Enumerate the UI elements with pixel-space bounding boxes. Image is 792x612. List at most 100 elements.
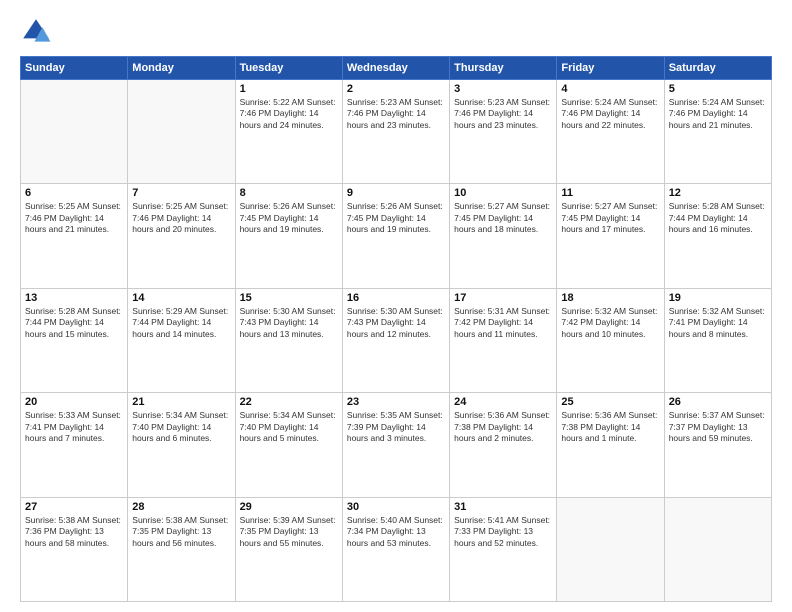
day-number: 21 bbox=[132, 396, 230, 408]
day-info: Sunrise: 5:26 AM Sunset: 7:45 PM Dayligh… bbox=[240, 201, 338, 235]
day-cell bbox=[128, 80, 235, 184]
day-cell: 11 Sunrise: 5:27 AM Sunset: 7:45 PM Dayli… bbox=[557, 184, 664, 288]
day-info: Sunrise: 5:25 AM Sunset: 7:46 PM Dayligh… bbox=[132, 201, 230, 235]
week-row-3: 20Sunrise: 5:33 AM Sunset: 7:41 PM Dayli… bbox=[21, 393, 772, 497]
day-info: Sunrise: 5:36 AM Sunset: 7:38 PM Dayligh… bbox=[561, 410, 659, 444]
day-cell: 10 Sunrise: 5:27 AM Sunset: 7:45 PM Dayli… bbox=[450, 184, 557, 288]
week-row-1: 6 Sunrise: 5:25 AM Sunset: 7:46 PM Daylig… bbox=[21, 184, 772, 288]
day-info: Sunrise: 5:27 AM Sunset: 7:45 PM Dayligh… bbox=[454, 201, 552, 235]
logo bbox=[20, 16, 56, 48]
day-number: 26 bbox=[669, 396, 767, 408]
day-info: Sunrise: 5:23 AM Sunset: 7:46 PM Dayligh… bbox=[454, 97, 552, 131]
day-info: Sunrise: 5:25 AM Sunset: 7:46 PM Dayligh… bbox=[25, 201, 123, 235]
day-cell: 20Sunrise: 5:33 AM Sunset: 7:41 PM Dayli… bbox=[21, 393, 128, 497]
col-header-sunday: Sunday bbox=[21, 57, 128, 80]
day-number: 6 bbox=[25, 187, 123, 199]
week-row-4: 27 Sunrise: 5:38 AM Sunset: 7:36 PM Dayli… bbox=[21, 497, 772, 601]
day-cell bbox=[557, 497, 664, 601]
day-info: Sunrise: 5:23 AM Sunset: 7:46 PM Dayligh… bbox=[347, 97, 445, 131]
day-cell: 12 Sunrise: 5:28 AM Sunset: 7:44 PM Dayli… bbox=[664, 184, 771, 288]
day-info: Sunrise: 5:29 AM Sunset: 7:44 PM Dayligh… bbox=[132, 306, 230, 340]
day-info: Sunrise: 5:37 AM Sunset: 7:37 PM Dayligh… bbox=[669, 410, 767, 444]
day-number: 8 bbox=[240, 187, 338, 199]
day-number: 24 bbox=[454, 396, 552, 408]
day-number: 10 bbox=[454, 187, 552, 199]
day-number: 15 bbox=[240, 292, 338, 304]
day-info: Sunrise: 5:32 AM Sunset: 7:41 PM Dayligh… bbox=[669, 306, 767, 340]
day-number: 25 bbox=[561, 396, 659, 408]
day-cell: 18 Sunrise: 5:32 AM Sunset: 7:42 PM Dayli… bbox=[557, 288, 664, 392]
day-cell: 23 Sunrise: 5:35 AM Sunset: 7:39 PM Dayli… bbox=[342, 393, 449, 497]
day-info: Sunrise: 5:40 AM Sunset: 7:34 PM Dayligh… bbox=[347, 515, 445, 549]
day-cell: 7 Sunrise: 5:25 AM Sunset: 7:46 PM Daylig… bbox=[128, 184, 235, 288]
calendar-table: SundayMondayTuesdayWednesdayThursdayFrid… bbox=[20, 56, 772, 602]
day-info: Sunrise: 5:38 AM Sunset: 7:35 PM Dayligh… bbox=[132, 515, 230, 549]
logo-icon bbox=[20, 16, 52, 48]
day-cell: 19 Sunrise: 5:32 AM Sunset: 7:41 PM Dayli… bbox=[664, 288, 771, 392]
day-info: Sunrise: 5:38 AM Sunset: 7:36 PM Dayligh… bbox=[25, 515, 123, 549]
day-number: 28 bbox=[132, 501, 230, 513]
day-cell: 6 Sunrise: 5:25 AM Sunset: 7:46 PM Daylig… bbox=[21, 184, 128, 288]
day-info: Sunrise: 5:33 AM Sunset: 7:41 PM Dayligh… bbox=[25, 410, 123, 444]
day-info: Sunrise: 5:32 AM Sunset: 7:42 PM Dayligh… bbox=[561, 306, 659, 340]
day-info: Sunrise: 5:35 AM Sunset: 7:39 PM Dayligh… bbox=[347, 410, 445, 444]
day-info: Sunrise: 5:28 AM Sunset: 7:44 PM Dayligh… bbox=[25, 306, 123, 340]
day-number: 13 bbox=[25, 292, 123, 304]
day-info: Sunrise: 5:22 AM Sunset: 7:46 PM Dayligh… bbox=[240, 97, 338, 131]
day-cell: 3 Sunrise: 5:23 AM Sunset: 7:46 PM Daylig… bbox=[450, 80, 557, 184]
day-info: Sunrise: 5:41 AM Sunset: 7:33 PM Dayligh… bbox=[454, 515, 552, 549]
day-number: 14 bbox=[132, 292, 230, 304]
day-info: Sunrise: 5:31 AM Sunset: 7:42 PM Dayligh… bbox=[454, 306, 552, 340]
day-cell: 30 Sunrise: 5:40 AM Sunset: 7:34 PM Dayli… bbox=[342, 497, 449, 601]
day-number: 12 bbox=[669, 187, 767, 199]
day-cell: 8 Sunrise: 5:26 AM Sunset: 7:45 PM Daylig… bbox=[235, 184, 342, 288]
day-cell: 2 Sunrise: 5:23 AM Sunset: 7:46 PM Daylig… bbox=[342, 80, 449, 184]
day-cell: 27 Sunrise: 5:38 AM Sunset: 7:36 PM Dayli… bbox=[21, 497, 128, 601]
day-info: Sunrise: 5:28 AM Sunset: 7:44 PM Dayligh… bbox=[669, 201, 767, 235]
day-number: 7 bbox=[132, 187, 230, 199]
day-number: 23 bbox=[347, 396, 445, 408]
day-number: 1 bbox=[240, 83, 338, 95]
day-cell: 31Sunrise: 5:41 AM Sunset: 7:33 PM Dayli… bbox=[450, 497, 557, 601]
col-header-friday: Friday bbox=[557, 57, 664, 80]
week-row-2: 13 Sunrise: 5:28 AM Sunset: 7:44 PM Dayli… bbox=[21, 288, 772, 392]
day-cell: 28 Sunrise: 5:38 AM Sunset: 7:35 PM Dayli… bbox=[128, 497, 235, 601]
day-cell: 24 Sunrise: 5:36 AM Sunset: 7:38 PM Dayli… bbox=[450, 393, 557, 497]
day-number: 9 bbox=[347, 187, 445, 199]
day-cell: 15Sunrise: 5:30 AM Sunset: 7:43 PM Dayli… bbox=[235, 288, 342, 392]
day-cell: 4 Sunrise: 5:24 AM Sunset: 7:46 PM Daylig… bbox=[557, 80, 664, 184]
day-cell: 14 Sunrise: 5:29 AM Sunset: 7:44 PM Dayli… bbox=[128, 288, 235, 392]
day-number: 2 bbox=[347, 83, 445, 95]
day-cell bbox=[664, 497, 771, 601]
col-header-wednesday: Wednesday bbox=[342, 57, 449, 80]
day-cell: 5 Sunrise: 5:24 AM Sunset: 7:46 PM Daylig… bbox=[664, 80, 771, 184]
col-header-monday: Monday bbox=[128, 57, 235, 80]
day-info: Sunrise: 5:34 AM Sunset: 7:40 PM Dayligh… bbox=[240, 410, 338, 444]
day-number: 19 bbox=[669, 292, 767, 304]
day-number: 4 bbox=[561, 83, 659, 95]
day-info: Sunrise: 5:24 AM Sunset: 7:46 PM Dayligh… bbox=[561, 97, 659, 131]
day-number: 27 bbox=[25, 501, 123, 513]
day-cell: 13 Sunrise: 5:28 AM Sunset: 7:44 PM Dayli… bbox=[21, 288, 128, 392]
day-info: Sunrise: 5:39 AM Sunset: 7:35 PM Dayligh… bbox=[240, 515, 338, 549]
day-info: Sunrise: 5:26 AM Sunset: 7:45 PM Dayligh… bbox=[347, 201, 445, 235]
day-cell: 1 Sunrise: 5:22 AM Sunset: 7:46 PM Daylig… bbox=[235, 80, 342, 184]
day-number: 30 bbox=[347, 501, 445, 513]
day-number: 5 bbox=[669, 83, 767, 95]
day-cell: 25 Sunrise: 5:36 AM Sunset: 7:38 PM Dayli… bbox=[557, 393, 664, 497]
day-number: 16 bbox=[347, 292, 445, 304]
page: SundayMondayTuesdayWednesdayThursdayFrid… bbox=[0, 0, 792, 612]
day-number: 3 bbox=[454, 83, 552, 95]
day-info: Sunrise: 5:34 AM Sunset: 7:40 PM Dayligh… bbox=[132, 410, 230, 444]
day-cell: 16 Sunrise: 5:30 AM Sunset: 7:43 PM Dayli… bbox=[342, 288, 449, 392]
day-number: 17 bbox=[454, 292, 552, 304]
day-number: 18 bbox=[561, 292, 659, 304]
day-number: 11 bbox=[561, 187, 659, 199]
col-header-thursday: Thursday bbox=[450, 57, 557, 80]
day-info: Sunrise: 5:27 AM Sunset: 7:45 PM Dayligh… bbox=[561, 201, 659, 235]
day-info: Sunrise: 5:36 AM Sunset: 7:38 PM Dayligh… bbox=[454, 410, 552, 444]
week-row-0: 1 Sunrise: 5:22 AM Sunset: 7:46 PM Daylig… bbox=[21, 80, 772, 184]
day-cell bbox=[21, 80, 128, 184]
day-info: Sunrise: 5:30 AM Sunset: 7:43 PM Dayligh… bbox=[347, 306, 445, 340]
day-info: Sunrise: 5:24 AM Sunset: 7:46 PM Dayligh… bbox=[669, 97, 767, 131]
